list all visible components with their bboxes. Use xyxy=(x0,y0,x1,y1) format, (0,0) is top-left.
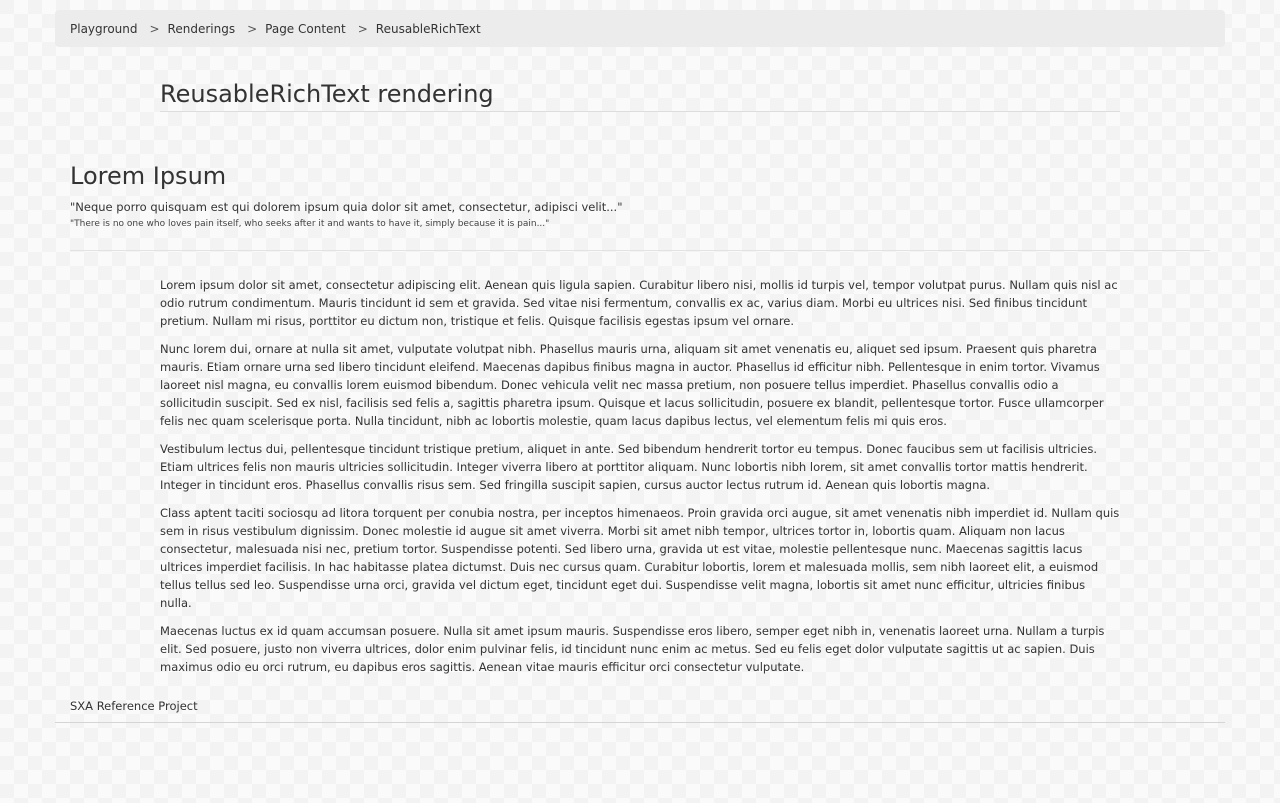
breadcrumb-separator: > xyxy=(149,21,160,36)
breadcrumb-item-renderings[interactable]: Renderings xyxy=(168,22,236,36)
breadcrumb-item-current: ReusableRichText xyxy=(375,21,481,36)
hero-quote: "Neque porro quisquam est qui dolorem ip… xyxy=(70,200,623,214)
hero-quote-translation: "There is no one who loves pain itself, … xyxy=(70,219,550,229)
breadcrumb: Playground > Renderings > Page Content >… xyxy=(55,10,1225,47)
paragraph: Maecenas luctus ex id quam accumsan posu… xyxy=(160,624,1105,674)
hero-divider xyxy=(70,250,1210,251)
rich-text-content: Lorem ipsum dolor sit amet, consectetur … xyxy=(160,276,1120,686)
footer-divider xyxy=(55,722,1225,723)
breadcrumb-separator: > xyxy=(357,21,368,36)
paragraph: Vestibulum lectus dui, pellentesque tinc… xyxy=(160,442,1097,492)
breadcrumb-separator: > xyxy=(247,21,258,36)
paragraph: Class aptent taciti sociosqu ad litora t… xyxy=(160,506,1120,610)
paragraph: Nunc lorem dui, ornare at nulla sit amet… xyxy=(160,342,1104,428)
breadcrumb-item-page-content[interactable]: Page Content xyxy=(265,22,346,36)
rendering-title: ReusableRichText rendering xyxy=(160,80,1120,112)
paragraph: Lorem ipsum dolor sit amet, consectetur … xyxy=(160,278,1118,328)
breadcrumb-item-playground[interactable]: Playground xyxy=(70,22,137,36)
footer-text: SXA Reference Project xyxy=(70,699,198,713)
hero-title: Lorem Ipsum xyxy=(70,162,227,190)
page: Playground > Renderings > Page Content >… xyxy=(0,0,1280,803)
